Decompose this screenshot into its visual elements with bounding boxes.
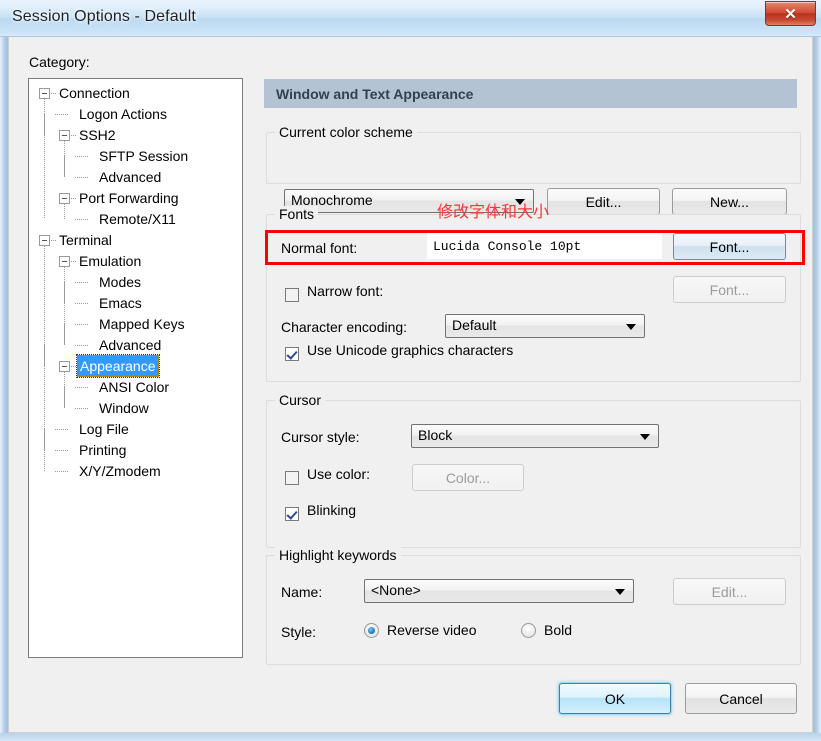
tree-item-label: Advanced (99, 337, 162, 353)
character-encoding-label: Character encoding: (281, 319, 408, 335)
narrow-font-checkbox[interactable] (285, 288, 299, 302)
highlight-name-label: Name: (281, 584, 323, 600)
tree-item-advanced[interactable]: Advanced (29, 335, 242, 356)
blinking-checkbox[interactable] (285, 507, 299, 521)
narrow-font-label: Narrow font: (307, 283, 384, 299)
category-tree[interactable]: Connection Logon Actions SSH2 SFTP Session A… (28, 78, 243, 658)
character-encoding-combo[interactable]: Default (445, 314, 645, 338)
cursor-color-button: Color... (412, 464, 524, 491)
tree-item-mapped-keys[interactable]: Mapped Keys (29, 314, 242, 335)
group-title-highlight-keywords: Highlight keywords (275, 547, 401, 563)
color-scheme-new-button[interactable]: New... (672, 188, 787, 215)
window-frame-bottom (0, 733, 821, 741)
tree-item-label: X/Y/Zmodem (79, 463, 161, 479)
tree-item-label: Remote/X11 (99, 211, 176, 227)
close-icon: ✕ (784, 5, 797, 23)
tree-item-label: Emulation (79, 253, 142, 269)
tree-item-label: Modes (99, 274, 142, 290)
title-bar: Session Options - Default ✕ (0, 0, 821, 37)
normal-font-button[interactable]: Font... (673, 233, 786, 260)
highlight-name-combo[interactable]: <None> (364, 579, 634, 603)
tree-expander-minus-icon[interactable] (59, 361, 70, 372)
tree-item-connection[interactable]: Connection (29, 83, 242, 104)
use-unicode-graphics-checkbox[interactable] (285, 347, 299, 361)
tree-expander-minus-icon[interactable] (59, 193, 70, 204)
window-frame-left (0, 0, 8, 741)
tree-item-label: Mapped Keys (99, 316, 185, 332)
tree-item-appearance[interactable]: Appearance (29, 354, 242, 378)
tree-item-logon-actions[interactable]: Logon Actions (29, 104, 242, 125)
tree-item-sftp-session[interactable]: SFTP Session (29, 146, 242, 167)
tree-expander-minus-icon[interactable] (59, 130, 70, 141)
tree-item-label: Printing (79, 442, 127, 458)
tree-item-port-forwarding[interactable]: Port Forwarding (29, 188, 242, 209)
tree-item-label: Advanced (99, 169, 162, 185)
style-reverse-video-label: Reverse video (387, 622, 477, 638)
tree-item-x-y-zmodem[interactable]: X/Y/Zmodem (29, 461, 242, 482)
group-current-color-scheme: Current color scheme (266, 124, 801, 184)
tree-item-emacs[interactable]: Emacs (29, 293, 242, 314)
pane-header: Window and Text Appearance (264, 79, 797, 108)
tree-expander-minus-icon[interactable] (39, 235, 50, 246)
group-title-color-scheme: Current color scheme (275, 124, 417, 140)
close-button[interactable]: ✕ (765, 1, 816, 26)
tree-item-label: ANSI Color (99, 379, 170, 395)
dialog-client-area: Category: Connection Logon Actions SSH2 SFT… (8, 37, 813, 733)
group-highlight-keywords: Highlight keywords (266, 547, 801, 665)
tree-item-window[interactable]: Window (29, 398, 242, 419)
tree-item-ansi-color[interactable]: ANSI Color (29, 377, 242, 398)
narrow-font-button: Font... (673, 276, 786, 303)
category-label: Category: (29, 54, 90, 70)
tree-item-label: SFTP Session (99, 148, 189, 164)
tree-item-remote-x11[interactable]: Remote/X11 (29, 209, 242, 230)
style-bold-label: Bold (544, 622, 573, 638)
category-tree-list: Connection Logon Actions SSH2 SFTP Session A… (29, 79, 242, 482)
chevron-down-icon (640, 434, 650, 440)
highlight-edit-button: Edit... (673, 578, 786, 605)
ok-button[interactable]: OK (559, 683, 671, 714)
tree-item-log-file[interactable]: Log File (29, 419, 242, 440)
highlight-name-value: <None> (371, 582, 421, 598)
cursor-style-combo[interactable]: Block (411, 424, 659, 448)
tree-item-label: Connection (59, 85, 130, 101)
dialog-window: Session Options - Default ✕ Category: Co… (0, 0, 821, 741)
chevron-down-icon (626, 324, 636, 330)
cursor-style-value: Block (418, 427, 453, 443)
tree-item-advanced[interactable]: Advanced (29, 167, 242, 188)
tree-item-emulation[interactable]: Emulation (29, 251, 242, 272)
tree-item-ssh2[interactable]: SSH2 (29, 125, 242, 146)
tree-item-printing[interactable]: Printing (29, 440, 242, 461)
highlight-style-label: Style: (281, 624, 317, 640)
tree-item-label: Port Forwarding (79, 190, 179, 206)
blinking-label: Blinking (307, 502, 357, 518)
tree-item-label: Terminal (59, 232, 112, 248)
tree-item-label: Logon Actions (79, 106, 167, 122)
use-color-checkbox[interactable] (285, 471, 299, 485)
normal-font-label: Normal font: (281, 240, 358, 256)
annotation-text: 修改字体和大小 (437, 202, 550, 221)
tree-expander-minus-icon[interactable] (59, 256, 70, 267)
normal-font-value: Lucida Console 10pt (427, 233, 662, 259)
style-bold-radio[interactable] (521, 623, 536, 638)
tree-item-label: Appearance (76, 354, 160, 378)
tree-expander-minus-icon[interactable] (39, 88, 50, 99)
cancel-button[interactable]: Cancel (685, 683, 797, 714)
cursor-style-label: Cursor style: (281, 429, 360, 445)
use-unicode-graphics-label: Use Unicode graphics characters (307, 342, 514, 358)
tree-item-modes[interactable]: Modes (29, 272, 242, 293)
character-encoding-value: Default (452, 317, 497, 333)
color-scheme-edit-button[interactable]: Edit... (547, 188, 660, 215)
window-title: Session Options - Default (12, 8, 196, 25)
chevron-down-icon (615, 589, 625, 595)
tree-item-terminal[interactable]: Terminal (29, 230, 242, 251)
tree-item-label: Emacs (99, 295, 142, 311)
tree-item-label: SSH2 (79, 127, 116, 143)
tree-item-label: Log File (79, 421, 129, 437)
group-title-cursor: Cursor (275, 392, 326, 408)
window-frame-right (813, 0, 821, 741)
use-color-label: Use color: (307, 466, 371, 482)
style-reverse-video-radio[interactable] (364, 623, 379, 638)
group-title-fonts: Fonts (275, 206, 319, 222)
tree-item-label: Window (99, 400, 149, 416)
